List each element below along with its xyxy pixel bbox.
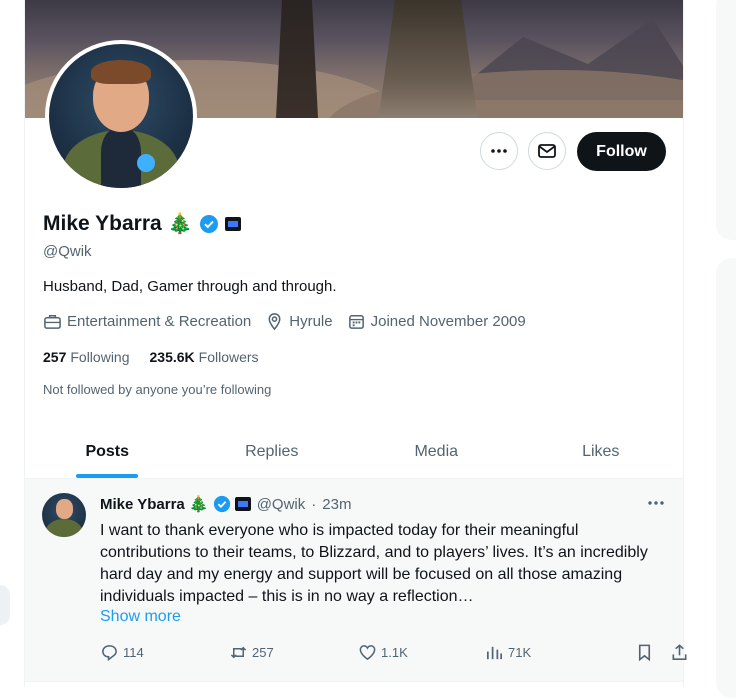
like-count: 1.1K bbox=[381, 645, 408, 660]
christmas-tree-emoji: 🎄 bbox=[167, 213, 193, 235]
display-name: Mike Ybarra bbox=[43, 211, 162, 235]
envelope-icon bbox=[538, 144, 556, 158]
location-pin-icon bbox=[268, 313, 281, 331]
reply-icon bbox=[102, 645, 117, 662]
show-more-link[interactable]: Show more bbox=[100, 608, 181, 626]
verified-badge-icon[interactable] bbox=[199, 214, 219, 234]
repost-count: 257 bbox=[252, 645, 274, 660]
more-options-button[interactable] bbox=[480, 132, 518, 170]
repost-button[interactable]: 257 bbox=[229, 643, 274, 662]
briefcase-icon bbox=[44, 315, 61, 329]
like-button[interactable]: 1.1K bbox=[358, 643, 408, 662]
category-item: Entertainment & Recreation bbox=[43, 312, 251, 331]
following-link[interactable]: 257 Following bbox=[43, 349, 130, 365]
heart-icon bbox=[359, 645, 376, 661]
bookmark-button[interactable] bbox=[635, 643, 654, 662]
post-separator: · bbox=[311, 495, 317, 513]
category-text: Entertainment & Recreation bbox=[67, 313, 252, 330]
tab-likes[interactable]: Likes bbox=[519, 425, 684, 478]
tab-posts[interactable]: Posts bbox=[25, 425, 190, 478]
affiliate-badge-icon[interactable] bbox=[224, 216, 241, 231]
tab-media[interactable]: Media bbox=[354, 425, 519, 478]
followers-label: Followers bbox=[198, 349, 259, 365]
affiliate-badge-icon[interactable] bbox=[234, 497, 251, 511]
verified-badge-icon[interactable] bbox=[213, 495, 231, 513]
location-item: Hyrule bbox=[265, 312, 333, 331]
followed-by-note: Not followed by anyone you’re following bbox=[43, 382, 272, 397]
follow-button[interactable]: Follow bbox=[577, 132, 666, 171]
repost-icon bbox=[230, 646, 247, 659]
post-header: Mike Ybarra 🎄 @Qwik · 23m bbox=[100, 494, 351, 514]
follow-counts: 257 Following 235.6K Followers bbox=[43, 349, 259, 365]
christmas-tree-emoji: 🎄 bbox=[188, 496, 209, 513]
left-edge-element bbox=[0, 585, 10, 625]
avatar-image bbox=[49, 44, 193, 188]
share-icon bbox=[672, 644, 687, 660]
profile-meta: Entertainment & Recreation Hyrule Joined… bbox=[43, 312, 540, 331]
following-count: 257 bbox=[43, 349, 67, 365]
profile-column: Follow Mike Ybarra 🎄 @Qwik Husband, Dad,… bbox=[24, 0, 687, 687]
profile-avatar[interactable] bbox=[45, 40, 197, 192]
joined-text: Joined November 2009 bbox=[370, 313, 526, 330]
right-sidebar-card[interactable] bbox=[716, 0, 736, 240]
profile-bio: Husband, Dad, Gamer through and through. bbox=[43, 278, 337, 295]
profile-name-row: Mike Ybarra 🎄 bbox=[43, 211, 241, 236]
tab-replies[interactable]: Replies bbox=[190, 425, 355, 478]
post-handle[interactable]: @Qwik bbox=[257, 496, 306, 513]
reply-count: 114 bbox=[123, 645, 144, 660]
views-button[interactable]: 71K bbox=[485, 643, 531, 662]
message-button[interactable] bbox=[528, 132, 566, 170]
following-label: Following bbox=[70, 349, 130, 365]
calendar-icon bbox=[348, 315, 364, 329]
bookmark-icon bbox=[638, 644, 651, 662]
post-avatar[interactable] bbox=[42, 493, 86, 537]
views-count: 71K bbox=[508, 645, 532, 660]
ellipsis-icon bbox=[491, 149, 507, 153]
followers-link[interactable]: 235.6K Followers bbox=[150, 349, 259, 365]
right-sidebar-card[interactable] bbox=[716, 258, 736, 698]
post-actions: 114 257 1.1K 71K bbox=[100, 643, 687, 665]
profile-tabs: Posts Replies Media Likes bbox=[25, 425, 683, 479]
analytics-icon bbox=[486, 646, 503, 660]
profile-handle: @Qwik bbox=[43, 243, 92, 260]
joined-item: Joined November 2009 bbox=[347, 312, 526, 331]
location-text: Hyrule bbox=[289, 313, 333, 330]
post-more-icon[interactable] bbox=[645, 494, 667, 512]
post-time[interactable]: 23m bbox=[322, 496, 351, 513]
reply-button[interactable]: 114 bbox=[100, 643, 144, 662]
post-author-name[interactable]: Mike Ybarra bbox=[100, 496, 185, 513]
followers-count: 235.6K bbox=[149, 349, 195, 365]
post-card[interactable]: Mike Ybarra 🎄 @Qwik · 23m I want to than… bbox=[25, 479, 687, 682]
share-button[interactable] bbox=[670, 643, 689, 662]
post-text: I want to thank everyone who is impacted… bbox=[100, 522, 648, 605]
left-gutter bbox=[0, 0, 24, 687]
